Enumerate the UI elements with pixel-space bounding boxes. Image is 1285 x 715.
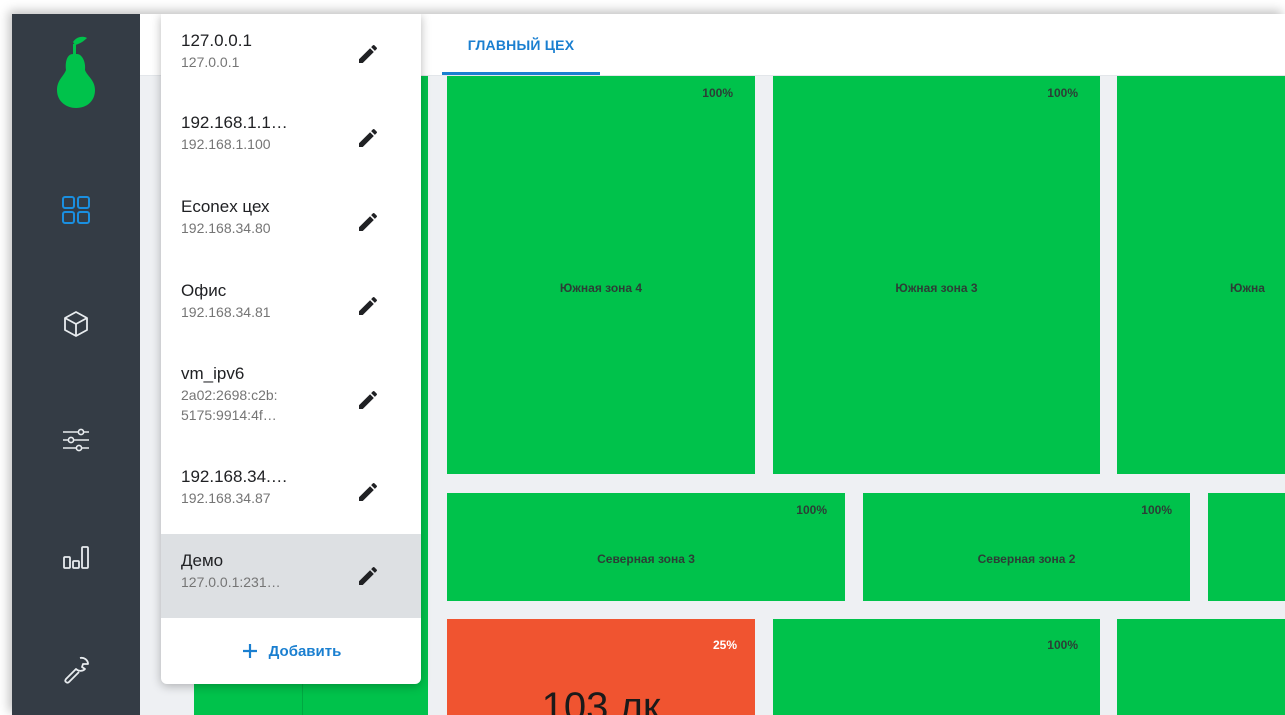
connection-name: 192.168.1.1… — [181, 113, 288, 132]
pear-logo-icon[interactable] — [12, 30, 140, 110]
connection-item[interactable]: Офис 192.168.34.81 — [161, 266, 421, 346]
cube-icon[interactable] — [12, 294, 140, 354]
add-connection-button[interactable]: Добавить — [161, 618, 421, 684]
bar-chart-icon[interactable] — [12, 526, 140, 586]
tile-name: Южная зона 4 — [559, 281, 643, 295]
tile-zone[interactable]: 100% Южная зона 3 — [773, 76, 1100, 474]
pencil-icon[interactable] — [356, 480, 380, 504]
connection-address: 192.168.34.81 — [181, 304, 271, 320]
connection-item-selected[interactable]: Демо 127.0.0.1:231… — [161, 534, 421, 618]
tile-name: Южна — [1230, 281, 1265, 295]
tab-indicator — [442, 72, 600, 75]
tile-lux-value: 103 лк — [541, 685, 661, 715]
connection-address: 2a02:2698:c2b: — [181, 387, 278, 403]
add-label: Добавить — [268, 642, 342, 660]
pencil-icon[interactable] — [356, 388, 380, 412]
tile-name: Северная зона 2 — [977, 552, 1076, 566]
tile-percent: 100% — [1141, 503, 1172, 517]
connection-address-cont: 5175:9914:4f… — [181, 407, 277, 423]
tile-percent: 100% — [702, 86, 733, 100]
pencil-icon[interactable] — [356, 126, 380, 150]
grid-icon[interactable] — [12, 180, 140, 240]
connection-name: vm_ipv6 — [181, 364, 245, 383]
pencil-icon[interactable] — [356, 294, 380, 318]
tile-zone-alert[interactable]: 25% 103 лк — [447, 619, 755, 715]
tile-name: Южная зона 3 — [895, 281, 978, 295]
tile-zone[interactable]: 100% Северная зона 3 — [447, 493, 845, 601]
tile-zone[interactable]: 100% Южная зона 4 — [447, 76, 755, 474]
tile-zone[interactable] — [1208, 493, 1285, 601]
connection-address: 192.168.1.100 — [181, 136, 271, 152]
tile-percent: 100% — [796, 503, 827, 517]
sliders-icon[interactable] — [12, 410, 140, 470]
connection-menu: 127.0.0.1 127.0.0.1 192.168.1.1… 192.168… — [161, 14, 421, 684]
nav-rail — [12, 14, 140, 715]
connection-name: 127.0.0.1 — [181, 31, 252, 50]
connection-address: 127.0.0.1 — [181, 54, 240, 70]
tile-zone[interactable]: Южна — [1117, 76, 1285, 474]
wrench-icon[interactable] — [12, 640, 140, 700]
tile-zone[interactable]: 100% Северная зона 2 — [863, 493, 1190, 601]
tile-name: Северная зона 3 — [597, 552, 695, 566]
connection-item[interactable]: Econex цех 192.168.34.80 — [161, 182, 421, 262]
tile-percent: 100% — [1047, 86, 1078, 100]
app-window: ГЛАВНЫЙ ЦЕХ 100% Южная зона 4 100% Южная… — [12, 14, 1285, 715]
connection-address: 192.168.34.80 — [181, 220, 271, 236]
connection-item[interactable]: 127.0.0.1 127.0.0.1 — [161, 14, 421, 94]
connection-item[interactable]: vm_ipv6 2a02:2698:c2b: 5175:9914:4f… — [161, 350, 421, 450]
tab-main-shop[interactable]: ГЛАВНЫЙ ЦЕХ — [442, 14, 600, 76]
connection-name: Демо — [181, 551, 224, 570]
pencil-icon[interactable] — [356, 210, 380, 234]
connection-name: Econex цех — [181, 197, 270, 216]
plus-icon — [242, 644, 257, 658]
connection-item[interactable]: 192.168.34.… 192.168.34.87 — [161, 452, 421, 532]
connection-name: 192.168.34.… — [181, 467, 288, 486]
pencil-icon[interactable] — [356, 42, 380, 66]
tile-percent: 25% — [712, 638, 737, 652]
connection-address: 192.168.34.87 — [181, 490, 271, 506]
pencil-icon[interactable] — [356, 564, 380, 588]
connection-name: Офис — [181, 281, 227, 300]
tile-percent: 100% — [1047, 638, 1078, 652]
connection-address: 127.0.0.1:231… — [181, 574, 281, 590]
connection-item[interactable]: 192.168.1.1… 192.168.1.100 — [161, 98, 421, 178]
tile-zone[interactable]: 100% — [773, 619, 1100, 715]
tile-zone[interactable] — [1117, 619, 1285, 715]
